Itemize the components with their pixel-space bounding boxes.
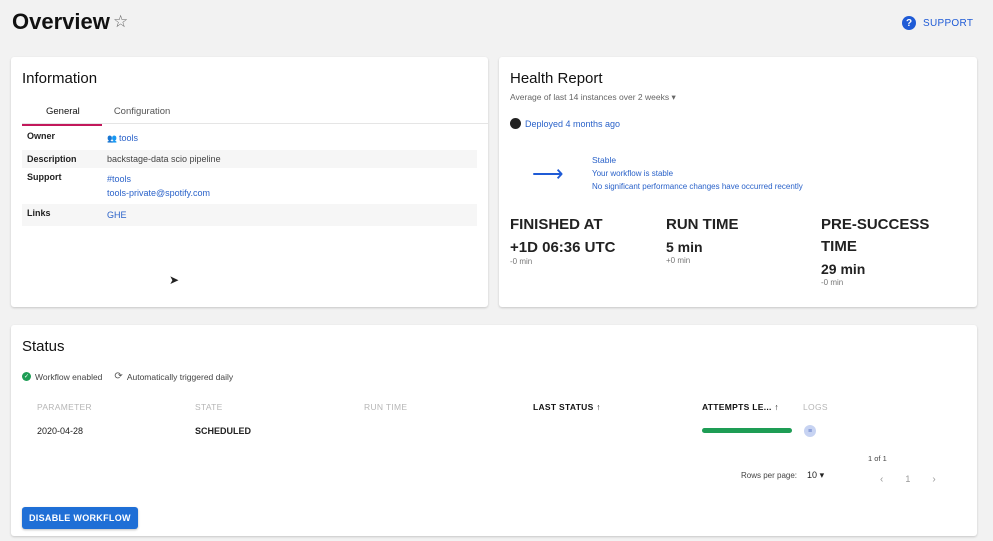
sync-icon: ⟳ [114, 371, 123, 382]
people-icon: 👥 [107, 134, 117, 143]
metric-value: 29 min [821, 261, 866, 277]
metric-value: 5 min [666, 239, 703, 255]
info-row-description: Description backstage-data scio pipeline [22, 150, 477, 168]
metric-run-time: RUN TIME 5 min +0 min [666, 214, 806, 265]
check-circle-icon: ✓ [22, 372, 31, 381]
pagination-controls: ‹ 1 › [880, 474, 936, 485]
page-number: 1 [905, 474, 911, 484]
metric-delta: -0 min [510, 257, 533, 266]
column-header-parameter[interactable]: PARAMETER [37, 402, 92, 412]
attempts-progress-fill [702, 428, 792, 433]
chevron-right-icon[interactable]: › [932, 474, 935, 485]
caret-down-icon: ▾ [819, 470, 825, 480]
owner-value: 👥 tools [107, 131, 138, 146]
metric-label: PRE-SUCCESS TIME [821, 216, 930, 255]
column-header-attempts[interactable]: ATTEMPTS LE... ↑ [702, 402, 779, 412]
info-key: Links [27, 208, 51, 218]
support-value: #tools tools-private@spotify.com [107, 172, 210, 200]
rows-per-page-value: 10 [807, 470, 818, 480]
sort-arrow-icon: ↑ [596, 402, 601, 412]
badge-text: Workflow enabled [35, 371, 103, 382]
badge-text: Automatically triggered daily [126, 371, 234, 382]
disable-workflow-button[interactable]: DISABLE WORKFLOW [22, 507, 138, 529]
arrow-right-icon: ⟶ [532, 161, 564, 186]
help-icon: ? [902, 16, 916, 30]
chevron-left-icon[interactable]: ‹ [880, 474, 883, 485]
github-icon [510, 118, 521, 129]
deployed-link[interactable]: Deployed 4 months ago [510, 118, 620, 129]
metric-pre-success-time: PRE-SUCCESS TIME 29 min -0 min [821, 214, 951, 287]
rows-per-page: Rows per page: 10 ▾ [741, 470, 824, 481]
links-value: GHE [107, 208, 127, 222]
ghe-link[interactable]: GHE [107, 208, 127, 222]
status-line: No significant performance changes have … [592, 182, 803, 191]
status-badges: ✓ Workflow enabled ⟳ Automatically trigg… [22, 371, 233, 382]
tabs-divider [22, 123, 488, 124]
information-card: Information General Configuration Owner … [11, 57, 488, 307]
metric-delta: -0 min [821, 278, 844, 287]
column-header-run-time[interactable]: RUN TIME [364, 402, 407, 412]
owner-link[interactable]: 👥 tools [107, 131, 138, 146]
information-title: Information [22, 70, 98, 87]
status-card: Status ✓ Workflow enabled ⟳ Automaticall… [11, 325, 977, 536]
star-icon[interactable]: ☆ [113, 12, 128, 32]
info-table: Owner 👥 tools Description backstage-data … [22, 127, 477, 226]
trigger-badge: ⟳ Automatically triggered daily [114, 371, 233, 382]
metric-label: FINISHED AT [510, 216, 603, 233]
rows-per-page-select[interactable]: 10 ▾ [807, 470, 824, 481]
description-value: backstage-data scio pipeline [107, 154, 221, 164]
health-subtitle-dropdown[interactable]: Average of last 14 instances over 2 week… [510, 92, 676, 103]
column-label: ATTEMPTS LE... [702, 402, 772, 412]
info-row-support: Support #tools tools-private@spotify.com [22, 168, 477, 204]
status-title: Status [22, 338, 65, 355]
rows-per-page-label: Rows per page: [741, 471, 798, 480]
caret-down-icon: ▾ [671, 92, 676, 102]
support-label: SUPPORT [923, 17, 974, 29]
column-label: LAST STATUS [533, 402, 594, 412]
info-key: Support [27, 172, 62, 182]
workflow-enabled-badge: ✓ Workflow enabled [22, 372, 102, 382]
owner-name: tools [118, 133, 138, 143]
metric-finished-at: FINISHED AT +1D 06:36 UTC -0 min [510, 214, 650, 266]
cell-parameter: 2020-04-28 [37, 426, 84, 436]
status-title: Stable [592, 155, 617, 165]
logs-icon[interactable]: ≡ [804, 425, 816, 437]
health-title: Health Report [510, 70, 603, 87]
support-channel-link[interactable]: #tools [107, 172, 210, 186]
info-key: Description [27, 154, 77, 164]
column-header-last-status[interactable]: LAST STATUS ↑ [533, 402, 601, 412]
metric-label: RUN TIME [666, 216, 739, 233]
health-subtitle: Average of last 14 instances over 2 week… [510, 92, 670, 102]
page-of-text: 1 of 1 [868, 454, 887, 463]
stability-status: Stable Your workflow is stable No signif… [592, 154, 803, 193]
mouse-cursor-icon: ➤ [169, 273, 180, 287]
metric-delta: +0 min [666, 256, 691, 265]
info-row-links: Links GHE [22, 204, 477, 226]
sort-arrow-icon: ↑ [774, 402, 779, 412]
info-row-owner: Owner 👥 tools [22, 127, 477, 150]
attempts-progress-bar [702, 428, 792, 433]
info-key: Owner [27, 131, 56, 141]
column-header-state[interactable]: STATE [195, 402, 223, 412]
status-line: Your workflow is stable [592, 169, 674, 178]
cell-state: SCHEDULED [195, 426, 252, 436]
column-header-logs[interactable]: LOGS [803, 402, 828, 412]
support-button[interactable]: ? SUPPORT [902, 16, 973, 30]
metric-value: +1D 06:36 UTC [510, 239, 616, 256]
support-email-link[interactable]: tools-private@spotify.com [107, 186, 210, 200]
page-title: Overview [12, 9, 110, 34]
health-report-card: Health Report Average of last 14 instanc… [499, 57, 977, 307]
deployed-text: Deployed 4 months ago [525, 118, 621, 129]
